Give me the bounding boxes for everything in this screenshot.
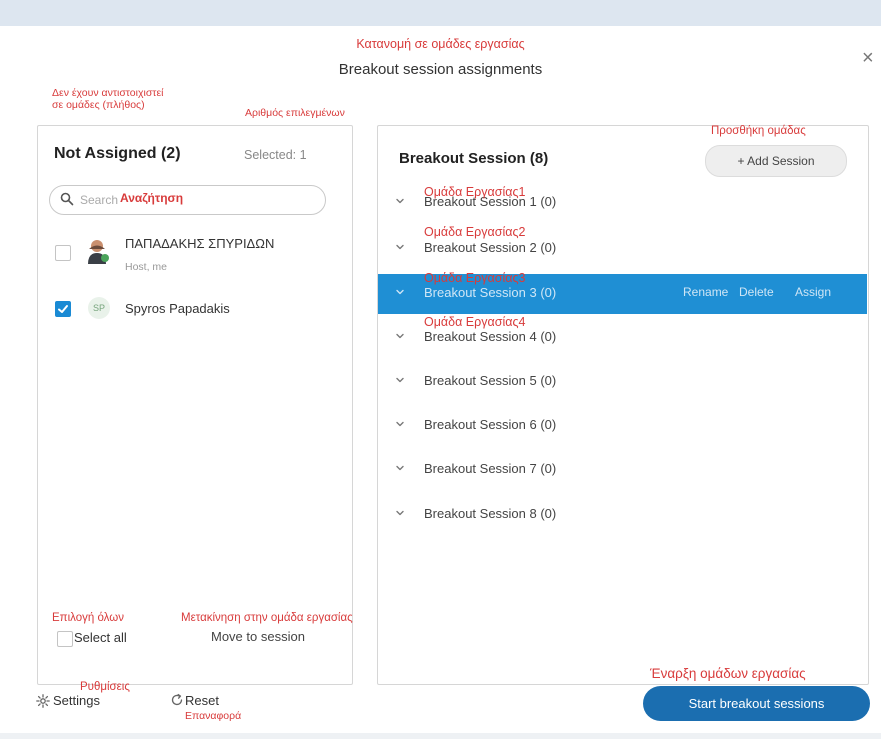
chevron-down-icon[interactable] xyxy=(395,508,405,518)
start-breakout-sessions-button[interactable]: Start breakout sessions xyxy=(643,686,870,721)
annotation-add-session: Προσθήκη ομάδας xyxy=(711,125,806,137)
checkmark-icon xyxy=(58,305,68,313)
settings-icon[interactable] xyxy=(36,694,50,708)
chevron-down-icon[interactable] xyxy=(395,287,405,297)
delete-button[interactable]: Delete xyxy=(739,285,774,299)
not-assigned-heading: Not Assigned (2) xyxy=(54,145,181,162)
session-label: Breakout Session 5 (0) xyxy=(424,373,557,388)
user-name-1: ΠΑΠΑΔΑΚΗΣ ΣΠΥΡΙΔΩΝ xyxy=(125,236,275,251)
user-initials-avatar: SP xyxy=(88,297,110,319)
annotation-reset: Επαναφορά xyxy=(185,710,242,722)
close-button[interactable]: × xyxy=(862,47,874,70)
annotation-not-assigned: Δεν έχουν αντιστοιχιστεί σε ομάδες (πλήθ… xyxy=(52,87,164,111)
top-bar xyxy=(0,0,881,26)
session-row-6[interactable]: Breakout Session 6 (0) xyxy=(378,406,867,446)
user-checkbox-2[interactable] xyxy=(55,301,71,317)
annotation-session-4: Ομάδα Εργασίας4 xyxy=(424,315,526,329)
chevron-down-icon[interactable] xyxy=(395,419,405,429)
bottom-edge xyxy=(0,733,881,739)
reset-button[interactable]: Reset xyxy=(185,693,219,708)
rename-button[interactable]: Rename xyxy=(683,285,728,299)
chevron-down-icon[interactable] xyxy=(395,242,405,252)
add-session-button[interactable]: + Add Session xyxy=(705,145,847,177)
session-label: Breakout Session 4 (0) xyxy=(424,329,557,344)
user-name-2: Spyros Papadakis xyxy=(125,301,230,316)
session-row-5[interactable]: Breakout Session 5 (0) xyxy=(378,362,867,402)
sessions-heading: Breakout Session (8) xyxy=(399,150,549,167)
chevron-down-icon[interactable] xyxy=(395,331,405,341)
annotation-selected: Αριθμός επιλεγμένων xyxy=(245,107,345,119)
select-all-checkbox[interactable] xyxy=(57,631,73,647)
selected-count: Selected: 1 xyxy=(244,148,307,162)
dialog-title: Breakout session assignments xyxy=(338,61,543,78)
annotation-session-1: Ομάδα Εργασίας1 xyxy=(424,185,526,199)
session-row-8[interactable]: Breakout Session 8 (0) xyxy=(378,495,867,535)
annotation-search: Αναζήτηση xyxy=(120,191,184,205)
select-all-label[interactable]: Select all xyxy=(74,630,127,645)
session-label: Breakout Session 2 (0) xyxy=(424,240,557,255)
annotation-start: Έναρξη ομάδων εργασίας xyxy=(650,666,806,681)
move-to-session-button[interactable]: Move to session xyxy=(211,629,305,644)
user-role-1: Host, me xyxy=(125,261,168,273)
annotation-title: Κατανομή σε ομάδες εργασίας xyxy=(356,37,525,51)
chevron-down-icon[interactable] xyxy=(395,196,405,206)
user-photo-avatar xyxy=(88,240,109,264)
session-label: Breakout Session 8 (0) xyxy=(424,506,557,521)
assign-button[interactable]: Assign xyxy=(795,285,831,299)
session-label: Breakout Session 7 (0) xyxy=(424,461,557,476)
settings-button[interactable]: Settings xyxy=(53,693,100,708)
session-label: Breakout Session 3 (0) xyxy=(424,285,557,300)
search-icon xyxy=(60,192,74,206)
annotation-settings: Ρυθμίσεις xyxy=(80,681,130,693)
search-box[interactable] xyxy=(49,185,326,215)
session-row-7[interactable]: Breakout Session 7 (0) xyxy=(378,450,867,490)
reset-icon[interactable] xyxy=(170,693,184,707)
chevron-down-icon[interactable] xyxy=(395,463,405,473)
annotation-select-all: Επιλογή όλων xyxy=(52,612,124,624)
annotation-session-3: Ομάδα Εργασίας3 xyxy=(424,271,526,285)
search-input[interactable] xyxy=(80,190,310,210)
chevron-down-icon[interactable] xyxy=(395,375,405,385)
user-checkbox-1[interactable] xyxy=(55,245,71,261)
annotation-session-2: Ομάδα Εργασίας2 xyxy=(424,225,526,239)
close-icon: × xyxy=(862,47,874,69)
session-label: Breakout Session 6 (0) xyxy=(424,417,557,432)
annotation-move: Μετακίνηση στην ομάδα εργασίας xyxy=(181,612,353,624)
